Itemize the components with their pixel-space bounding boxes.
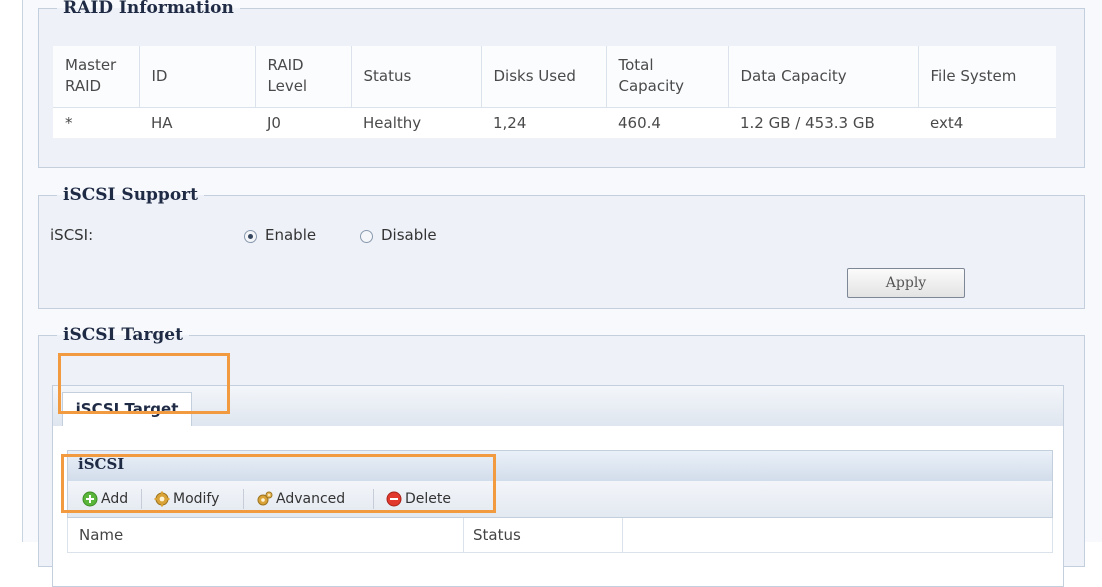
- toolbar-separator: [243, 489, 244, 509]
- enable-label[interactable]: Enable: [265, 226, 316, 244]
- col-total-capacity: Total Capacity: [606, 46, 729, 108]
- add-icon: [82, 491, 98, 507]
- cell-id: HA: [151, 113, 173, 132]
- iscsi-target-section: iSCSI Target iSCSI Target iSCSI Add Modi…: [38, 325, 1085, 587]
- add-button[interactable]: Add: [82, 489, 128, 509]
- enable-radio[interactable]: [244, 230, 257, 243]
- raid-information-section: RAID Information Master RAID ID RAID Lev…: [38, 0, 1085, 168]
- cell-disks-used: 1,24: [493, 113, 527, 132]
- delete-label: Delete: [405, 491, 451, 507]
- add-label: Add: [101, 491, 129, 507]
- modify-button[interactable]: Modify: [154, 489, 219, 509]
- target-list-header: Name Status: [67, 518, 1053, 553]
- iscsi-support-section: iSCSI Support iSCSI: Enable Disable Appl…: [38, 185, 1085, 309]
- col-target-status[interactable]: Status: [473, 518, 521, 552]
- delete-button[interactable]: Delete: [386, 489, 451, 509]
- cell-status: Healthy: [363, 113, 422, 132]
- cell-data-capacity: 1.2 GB / 453.3 GB: [740, 113, 875, 132]
- raid-table: Master RAID ID RAID Level Status Disks U…: [53, 46, 1056, 138]
- cell-raid-level: J0: [267, 113, 281, 132]
- iscsi-label: iSCSI:: [50, 226, 94, 244]
- col-master-raid: Master RAID: [53, 46, 140, 108]
- gear-icon: [154, 491, 170, 507]
- outer-margin: [0, 0, 22, 542]
- apply-button[interactable]: Apply: [847, 268, 965, 298]
- iscsi-panel-title: iSCSI: [78, 455, 125, 473]
- cell-master-raid: *: [65, 113, 73, 132]
- disable-radio[interactable]: [360, 230, 373, 243]
- column-divider: [622, 518, 623, 552]
- iscsi-toolbar: Add Modify Advanced Delete: [67, 481, 1053, 518]
- col-name[interactable]: Name: [79, 518, 123, 552]
- tab-strip: iSCSI Target: [52, 385, 1064, 427]
- iscsi-target-title: iSCSI Target: [63, 325, 183, 345]
- cell-total-capacity: 460.4: [618, 113, 661, 132]
- disable-label[interactable]: Disable: [381, 226, 437, 244]
- column-divider: [463, 518, 464, 552]
- raid-table-header: Master RAID ID RAID Level Status Disks U…: [53, 46, 1056, 108]
- cell-file-system: ext4: [930, 113, 964, 132]
- modify-label: Modify: [173, 491, 220, 507]
- tab-panel: iSCSI Add Modify Advanced Delete Name St…: [52, 426, 1064, 587]
- toolbar-separator: [373, 489, 374, 509]
- advanced-button[interactable]: Advanced: [257, 489, 345, 509]
- col-raid-level: RAID Level: [255, 46, 352, 108]
- delete-icon: [386, 491, 402, 507]
- table-row[interactable]: * HA J0 Healthy 1,24 460.4 1.2 GB / 453.…: [53, 107, 1056, 138]
- tab-iscsi-target[interactable]: iSCSI Target: [62, 392, 192, 426]
- col-data-capacity: Data Capacity: [728, 46, 919, 108]
- gears-icon: [257, 491, 273, 507]
- iscsi-panel-header: iSCSI: [67, 450, 1053, 482]
- iscsi-support-title: iSCSI Support: [63, 185, 198, 205]
- col-disks-used: Disks Used: [481, 46, 607, 108]
- advanced-label: Advanced: [276, 491, 346, 507]
- toolbar-separator: [141, 489, 142, 509]
- col-id: ID: [139, 46, 256, 108]
- raid-information-title: RAID Information: [63, 0, 234, 18]
- col-status: Status: [351, 46, 482, 108]
- col-file-system: File System: [918, 46, 1056, 108]
